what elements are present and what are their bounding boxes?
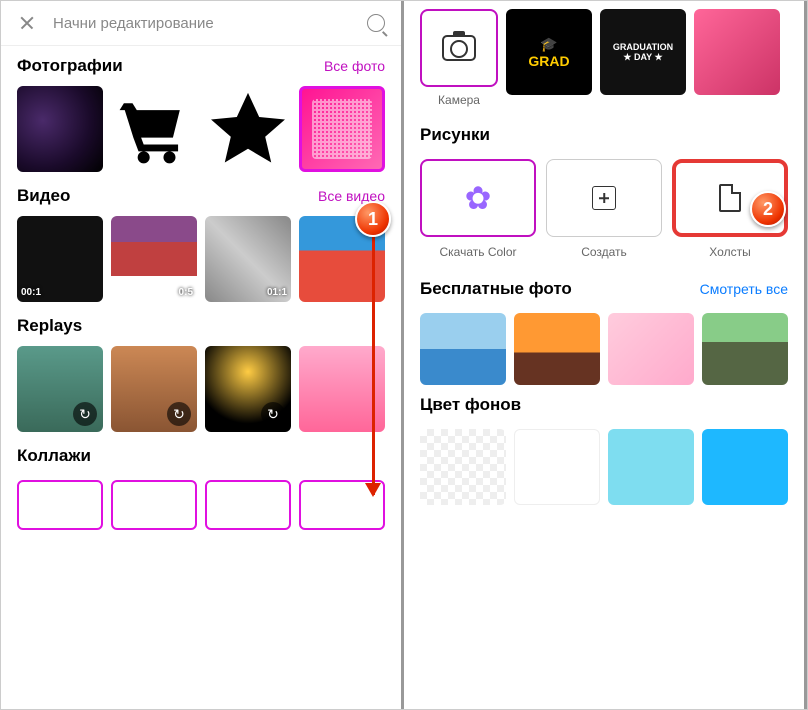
search-icon[interactable] xyxy=(367,14,385,32)
right-screen: Камера 🎓GRAD GRADUATION★ DAY ★ Рисунки ✿… xyxy=(404,1,807,709)
camera-icon xyxy=(442,35,476,61)
photos-title: Фотографии xyxy=(17,56,123,76)
free-photo-thumb[interactable] xyxy=(514,313,600,385)
bg-swatch-transparent[interactable] xyxy=(420,429,506,505)
free-photo-thumb[interactable] xyxy=(420,313,506,385)
replay-thumb[interactable]: ↻ xyxy=(111,346,197,432)
replay-icon: ↻ xyxy=(261,402,285,426)
plus-icon xyxy=(592,186,616,210)
annotation-marker-1: 1 xyxy=(355,201,391,237)
photo-thumb[interactable] xyxy=(299,86,385,172)
free-photo-thumb[interactable] xyxy=(608,313,694,385)
drawings-title: Рисунки xyxy=(420,125,490,145)
template-thumb[interactable]: GRADUATION★ DAY ★ xyxy=(600,9,686,95)
replay-icon: ↻ xyxy=(167,402,191,426)
replay-thumb[interactable]: ↻ xyxy=(17,346,103,432)
collage-item[interactable] xyxy=(17,480,103,530)
bg-swatch-skyblue[interactable] xyxy=(608,429,694,505)
collages-title: Коллажи xyxy=(17,446,91,466)
canvas-label: Холсты xyxy=(709,245,750,259)
replays-title: Replays xyxy=(17,316,82,336)
video-thumb[interactable]: 01:1 xyxy=(205,216,291,302)
photo-thumb[interactable] xyxy=(111,86,197,172)
file-icon xyxy=(719,184,741,212)
template-thumb[interactable] xyxy=(694,9,780,95)
bg-swatch-white[interactable] xyxy=(514,429,600,505)
bg-swatch-blue[interactable] xyxy=(702,429,788,505)
video-thumb[interactable]: 0:5 xyxy=(111,216,197,302)
photo-thumb[interactable] xyxy=(17,86,103,172)
template-thumb[interactable]: 🎓GRAD xyxy=(506,9,592,95)
camera-label: Камера xyxy=(438,93,480,107)
bg-color-title: Цвет фонов xyxy=(420,395,521,415)
collage-item[interactable] xyxy=(205,480,291,530)
video-thumb[interactable]: 00:1 xyxy=(17,216,103,302)
create-button[interactable] xyxy=(546,159,662,237)
photo-thumb[interactable] xyxy=(205,86,291,172)
free-photos-all-link[interactable]: Смотреть все xyxy=(700,281,788,297)
search-input[interactable]: Начни редактирование xyxy=(53,15,367,32)
download-color-button[interactable]: ✿ xyxy=(420,159,536,237)
lotus-icon: ✿ xyxy=(465,179,492,217)
free-photos-title: Бесплатные фото xyxy=(420,279,572,299)
close-icon[interactable] xyxy=(17,13,37,33)
create-label: Создать xyxy=(581,245,627,259)
replay-thumb[interactable]: ↻ xyxy=(205,346,291,432)
video-duration: 00:1 xyxy=(21,287,41,298)
videos-title: Видео xyxy=(17,186,70,206)
video-duration: 0:5 xyxy=(179,287,193,298)
replay-icon: ↻ xyxy=(73,402,97,426)
download-color-label: Скачать Color xyxy=(439,245,516,259)
free-photo-thumb[interactable] xyxy=(702,313,788,385)
left-screen: Начни редактирование Фотографии Все фото… xyxy=(1,1,404,709)
collage-item[interactable] xyxy=(111,480,197,530)
photos-all-link[interactable]: Все фото xyxy=(324,58,385,74)
header: Начни редактирование xyxy=(1,1,401,46)
video-duration: 01:1 xyxy=(267,287,287,298)
annotation-marker-2: 2 xyxy=(750,191,786,227)
camera-button[interactable] xyxy=(420,9,498,87)
annotation-arrow xyxy=(372,235,375,495)
